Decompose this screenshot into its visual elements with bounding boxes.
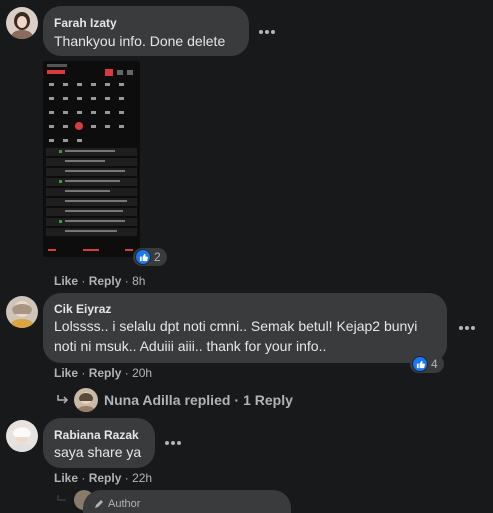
comment-author[interactable]: Farah Izaty: [54, 16, 117, 30]
timestamp[interactable]: 8h: [132, 274, 145, 288]
pencil-icon: [95, 500, 103, 508]
reply-link[interactable]: Reply: [89, 366, 122, 380]
reaction-count[interactable]: 4: [410, 355, 444, 373]
comment-author[interactable]: Cik Eiyraz: [54, 302, 111, 316]
view-replies-link[interactable]: Nuna Adilla replied · 1 Reply: [56, 388, 293, 412]
reaction-count[interactable]: 2: [133, 248, 167, 266]
like-link[interactable]: Like: [54, 471, 78, 485]
attached-image[interactable]: [43, 61, 140, 257]
comment-actions: Like · Reply · 22h: [54, 471, 153, 485]
avatar[interactable]: [6, 420, 38, 452]
comment-text: saya share ya: [54, 444, 142, 460]
replier-name: Nuna Adilla: [104, 392, 181, 408]
comment-text: Lolssss.. i selalu dpt noti cmni.. Semak…: [54, 318, 418, 334]
avatar: [74, 388, 98, 412]
comment-actions: Like · Reply · 20h: [54, 366, 153, 380]
avatar[interactable]: [6, 296, 38, 328]
more-options-icon[interactable]: [259, 29, 277, 35]
like-reaction-icon: [135, 249, 151, 265]
more-options-icon[interactable]: [165, 440, 183, 446]
timestamp[interactable]: 22h: [132, 471, 152, 485]
author-badge: Author: [94, 498, 140, 510]
reply-arrow-icon: [57, 395, 69, 404]
more-options-icon[interactable]: [459, 325, 477, 331]
like-reaction-icon: [412, 356, 428, 372]
like-link[interactable]: Like: [54, 366, 78, 380]
comment-actions: Like · Reply · 8h: [54, 274, 146, 288]
comment-author[interactable]: Rabiana Razak: [54, 428, 139, 442]
comment-text: noti ni msuk.. Aduiii aiii.. thank for y…: [54, 338, 327, 354]
reply-count: 1 Reply: [243, 392, 293, 408]
comment-text: Thankyou info. Done delete: [54, 33, 226, 49]
like-link[interactable]: Like: [54, 274, 78, 288]
reply-link[interactable]: Reply: [89, 274, 122, 288]
reply-link[interactable]: Reply: [89, 471, 122, 485]
reply-arrow-icon: [57, 495, 66, 501]
timestamp[interactable]: 20h: [132, 366, 152, 380]
avatar[interactable]: [6, 7, 38, 39]
